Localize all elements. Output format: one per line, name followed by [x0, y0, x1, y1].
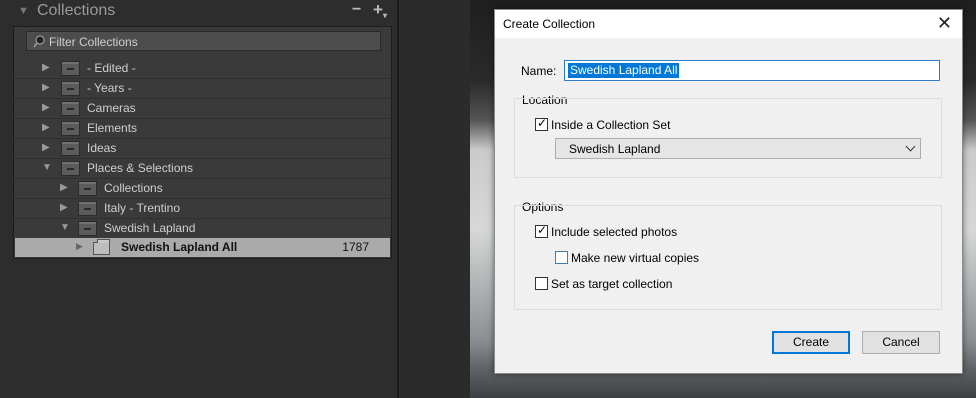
photo-count: 1787 [342, 240, 369, 254]
collection-set-label: Collections [104, 181, 163, 195]
create-collection-dialog: Create Collection ✕ Name: Swedish Laplan… [494, 9, 963, 374]
checkmark-icon: ✓ [537, 116, 548, 130]
collection-set-row[interactable]: ▶ - Edited - [14, 58, 391, 78]
collection-set-row[interactable]: ▶ Collections [14, 178, 391, 198]
include-selected-photos-checkbox[interactable]: ✓ [535, 223, 548, 238]
collection-set-icon [61, 81, 80, 96]
collection-set-icon [61, 161, 80, 176]
collection-set-value: Swedish Lapland [569, 142, 661, 156]
include-selected-photos-label: Include selected photos [551, 225, 678, 239]
collection-set-row[interactable]: ▼ Places & Selections [14, 158, 391, 178]
set-target-collection-label: Set as target collection [551, 277, 673, 291]
set-target-collection-checkbox[interactable] [535, 277, 548, 290]
collection-set-icon [61, 141, 80, 156]
collections-tree: Filter Collections ▶ - Edited - ▶ - Year… [13, 26, 392, 259]
collection-set-icon [61, 121, 80, 136]
collapse-triangle-icon[interactable]: ▼ [18, 5, 29, 17]
collection-set-icon [61, 101, 80, 116]
expand-arrow-icon[interactable]: ▶ [42, 82, 50, 93]
collection-icon [93, 239, 110, 255]
collections-panel: ▼ Collections − +▾ Filter Collections ▶ … [0, 0, 397, 398]
collection-set-icon [61, 61, 80, 76]
cancel-button[interactable]: Cancel [862, 331, 940, 354]
location-group: ✓ Inside a Collection Set Swedish Laplan… [514, 98, 942, 178]
make-virtual-copies-checkbox[interactable] [555, 251, 568, 264]
search-icon [33, 35, 45, 48]
panel-header[interactable]: ▼ Collections − +▾ [0, 0, 397, 22]
collection-set-icon [78, 181, 97, 196]
expand-arrow-icon[interactable]: ▶ [76, 241, 83, 252]
dialog-titlebar[interactable]: Create Collection ✕ [495, 10, 962, 38]
collection-set-dropdown[interactable]: Swedish Lapland [555, 138, 921, 159]
options-group: ✓ Include selected photos Make new virtu… [514, 205, 942, 310]
remove-collection-button[interactable]: − [352, 1, 361, 19]
collection-set-label: - Edited - [87, 61, 136, 75]
collection-set-label: Places & Selections [87, 161, 194, 175]
expand-arrow-icon[interactable]: ▶ [42, 102, 50, 113]
collection-set-icon [78, 221, 97, 236]
chevron-down-icon [905, 141, 916, 152]
collection-set-label: Elements [87, 121, 138, 135]
expand-arrow-icon[interactable]: ▶ [60, 182, 68, 193]
expand-arrow-icon[interactable]: ▶ [60, 202, 68, 213]
dialog-title: Create Collection [503, 17, 596, 31]
dropdown-small-icon: ▾ [382, 11, 387, 20]
expand-arrow-icon[interactable]: ▶ [42, 62, 50, 73]
plus-icon: + [373, 0, 383, 19]
filter-placeholder: Filter Collections [49, 35, 138, 49]
collection-set-label: - Years - [87, 81, 132, 95]
expand-arrow-icon[interactable]: ▶ [42, 142, 50, 153]
collection-set-row[interactable]: ▶ Ideas [14, 138, 391, 158]
collection-set-row[interactable]: ▶ Italy - Trentino [14, 198, 391, 218]
collection-set-label: Italy - Trentino [104, 201, 181, 215]
collection-set-label: Cameras [87, 101, 136, 115]
filter-collections-input[interactable]: Filter Collections [26, 31, 381, 51]
collection-set-label: Swedish Lapland [104, 221, 196, 235]
panel-divider [397, 0, 399, 398]
collection-set-icon [78, 201, 97, 216]
collapse-arrow-icon[interactable]: ▼ [60, 222, 70, 233]
inside-collection-set-checkbox[interactable]: ✓ [535, 116, 548, 131]
checkmark-icon: ✓ [537, 223, 548, 237]
name-input-value: Swedish Lapland All [568, 63, 680, 78]
make-virtual-copies-label: Make new virtual copies [571, 251, 700, 265]
create-button[interactable]: Create [772, 331, 850, 354]
collection-set-row[interactable]: ▶ Elements [14, 118, 391, 138]
name-label: Name: [521, 64, 557, 78]
collection-set-label: Ideas [87, 141, 117, 155]
collection-set-row[interactable]: ▶ - Years - [14, 78, 391, 98]
close-icon[interactable]: ✕ [937, 13, 952, 34]
collection-set-row[interactable]: ▼ Swedish Lapland [14, 218, 391, 238]
selected-collection-row[interactable]: ▶ Swedish Lapland All 1787 [15, 238, 390, 257]
panel-title: Collections [37, 2, 116, 19]
inside-collection-set-label: Inside a Collection Set [551, 118, 671, 132]
expand-arrow-icon[interactable]: ▶ [42, 122, 50, 133]
selected-collection-label: Swedish Lapland All [121, 240, 238, 254]
name-input[interactable]: Swedish Lapland All [564, 60, 940, 81]
collection-set-row[interactable]: ▶ Cameras [14, 98, 391, 118]
collapse-arrow-icon[interactable]: ▼ [42, 162, 52, 173]
add-collection-button[interactable]: +▾ [373, 0, 387, 20]
